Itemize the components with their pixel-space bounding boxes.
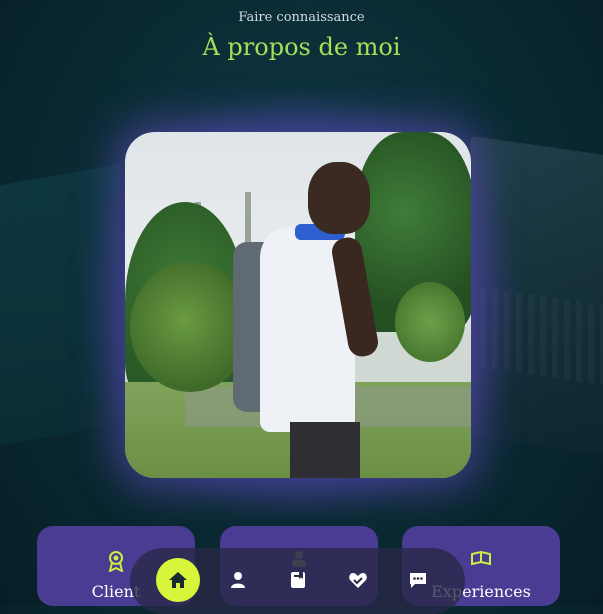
profile-photo	[125, 132, 471, 478]
section-title: À propos de moi	[202, 33, 401, 61]
section-subtitle: Faire connaissance	[238, 10, 365, 25]
nav-about-button[interactable]	[216, 558, 260, 602]
nav-contact-button[interactable]	[396, 558, 440, 602]
nav-services-button[interactable]	[336, 558, 380, 602]
book-icon	[291, 572, 305, 588]
nav-resume-button[interactable]	[276, 558, 320, 602]
chat-icon	[410, 573, 426, 588]
handshake-icon	[349, 573, 367, 588]
nav-home-button[interactable]	[156, 558, 200, 602]
user-icon	[231, 572, 245, 588]
section-header: Faire connaissance À propos de moi	[0, 10, 603, 61]
home-icon	[169, 572, 187, 588]
bottom-nav	[130, 548, 465, 614]
